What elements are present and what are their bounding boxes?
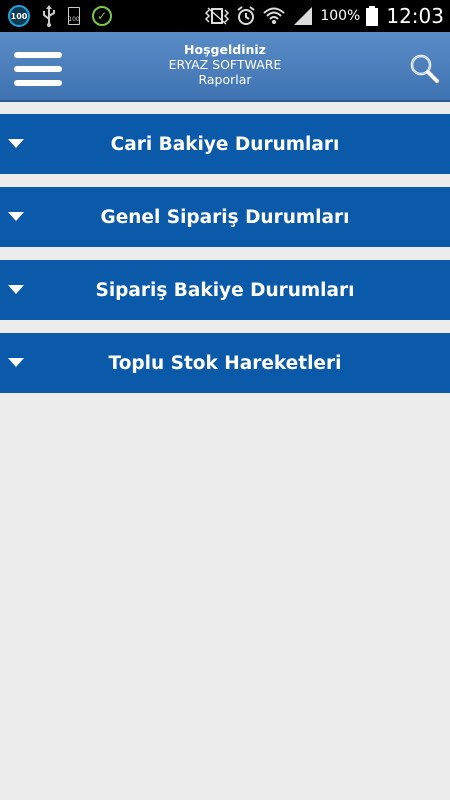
page-title: Raporlar	[198, 72, 252, 87]
wifi-icon	[263, 7, 285, 24]
battery-icon	[366, 6, 379, 26]
battery-100-badge-icon: 100	[8, 5, 30, 27]
report-item-cari-bakiye[interactable]: Cari Bakiye Durumları	[0, 114, 450, 174]
battery-saver-icon: 100	[68, 7, 80, 25]
app-header: Hoşgeldiniz ERYAZ SOFTWARE Raporlar	[0, 32, 450, 102]
clock: 12:03	[386, 4, 444, 28]
welcome-text: Hoşgeldiniz	[184, 42, 266, 57]
status-right: 100% 12:03	[198, 4, 444, 28]
report-item-genel-siparis[interactable]: Genel Sipariş Durumları	[0, 187, 450, 247]
report-item-siparis-bakiye[interactable]: Sipariş Bakiye Durumları	[0, 260, 450, 320]
battery-percent: 100%	[320, 8, 361, 24]
report-item-toplu-stok[interactable]: Toplu Stok Hareketleri	[0, 333, 450, 393]
check-circle-icon: ✓	[92, 6, 112, 26]
company-name: ERYAZ SOFTWARE	[168, 57, 282, 72]
search-icon[interactable]	[408, 52, 440, 84]
hamburger-bar	[14, 66, 62, 72]
hamburger-bar	[14, 80, 62, 86]
alarm-icon	[237, 6, 255, 25]
hamburger-menu-icon[interactable]	[14, 52, 62, 86]
signal-icon	[294, 7, 313, 25]
caret-down-icon	[8, 285, 24, 294]
report-item-label: Toplu Stok Hareketleri	[108, 352, 342, 374]
caret-down-icon	[8, 139, 24, 148]
header-titles: Hoşgeldiniz ERYAZ SOFTWARE Raporlar	[100, 42, 350, 87]
report-list: Cari Bakiye Durumları Genel Sipariş Duru…	[0, 114, 450, 406]
status-bar: 100 100 ✓ 100% 12:03	[0, 0, 450, 32]
vibrate-icon	[205, 7, 230, 25]
report-item-label: Sipariş Bakiye Durumları	[95, 279, 355, 301]
status-left: 100 100 ✓	[8, 5, 124, 27]
caret-down-icon	[8, 358, 24, 367]
caret-down-icon	[8, 212, 24, 221]
hamburger-bar	[14, 52, 62, 58]
report-item-label: Genel Sipariş Durumları	[100, 206, 350, 228]
report-item-label: Cari Bakiye Durumları	[110, 133, 340, 155]
usb-icon	[43, 5, 55, 27]
